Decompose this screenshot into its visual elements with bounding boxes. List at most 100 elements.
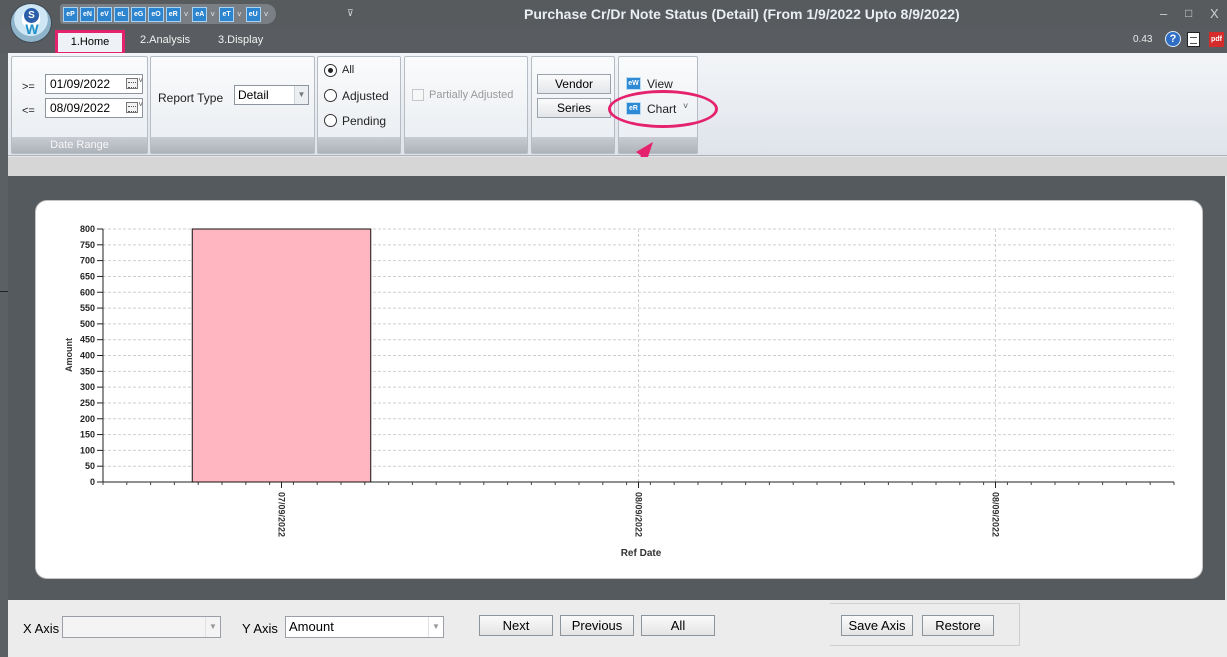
chevron-down-icon[interactable]: ˅	[138, 76, 143, 85]
quick-access-button[interactable]: eR	[165, 6, 181, 22]
y-axis-value: Amount	[289, 619, 334, 634]
restore-button[interactable]: Restore	[922, 615, 994, 636]
x-axis-field-label: X Axis	[23, 621, 60, 636]
version-label: 0.43	[1133, 34, 1153, 45]
window-title: Purchase Cr/Dr Note Status (Detail) (Fro…	[524, 6, 960, 22]
bars	[191, 228, 372, 483]
bar[interactable]	[191, 228, 372, 483]
quick-access-button[interactable]: eA	[192, 6, 208, 22]
y-axis: 0 50 100 150 200 250 300 350 400 450 500 550 600 650 7…	[80, 224, 104, 487]
separator-strip	[8, 157, 1227, 176]
chevron-down-icon[interactable]: ▼	[428, 617, 443, 637]
radio-pending[interactable]	[324, 114, 337, 127]
x-tick-label: 07/09/2022	[277, 492, 287, 537]
y-tick-label: 600	[80, 287, 95, 297]
save-axis-button[interactable]: Save Axis	[841, 615, 913, 636]
view-button[interactable]: View	[647, 77, 673, 91]
from-date-value: 01/09/2022	[50, 77, 111, 91]
next-button[interactable]: Next	[479, 615, 553, 636]
document-icon[interactable]	[1187, 32, 1200, 47]
y-tick-label: 0	[90, 477, 95, 487]
quick-access-button[interactable]: eU	[245, 6, 261, 22]
calendar-icon[interactable]	[126, 78, 138, 89]
date-range-footer: Date Range	[12, 137, 147, 153]
radio-pending-label[interactable]: Pending	[342, 114, 386, 128]
quick-access-button[interactable]: eG	[131, 6, 147, 22]
y-tick-label: 800	[80, 224, 95, 234]
series-button[interactable]: Series	[537, 98, 611, 118]
y-tick-label: 450	[80, 335, 95, 345]
quick-access-button[interactable]: eL	[114, 6, 129, 22]
chevron-down-icon[interactable]: ▼	[294, 86, 308, 104]
close-button[interactable]: X	[1210, 6, 1219, 21]
tab-home[interactable]: 1.Home	[55, 30, 125, 55]
left-edge-bar	[0, 53, 8, 657]
y-axis-field-label: Y Axis	[242, 621, 278, 636]
y-tick-label: 100	[80, 445, 95, 455]
chevron-down-icon[interactable]: ˅	[184, 10, 189, 19]
y-tick-label: 550	[80, 303, 95, 313]
quick-access-button[interactable]: eO	[148, 6, 164, 22]
date-range-group: >= 01/09/2022 ˅ <= 08/09/2022 ˅ Date Ran…	[11, 56, 148, 154]
x-tick-label: 08/09/2022	[991, 492, 1001, 537]
quick-access-button[interactable]: eP	[63, 6, 78, 22]
y-tick-label: 200	[80, 414, 95, 424]
radio-adjusted-label[interactable]: Adjusted	[342, 89, 389, 103]
app-logo[interactable]: S W	[10, 3, 52, 43]
quick-access-button[interactable]: eV	[97, 6, 112, 22]
quick-access-more-icon[interactable]: ⊽	[347, 8, 354, 19]
from-prefix: >=	[22, 81, 35, 93]
x-axis-select[interactable]: ▼	[62, 616, 221, 638]
pdf-icon[interactable]: pdf	[1209, 32, 1224, 47]
maximize-button[interactable]: □	[1185, 6, 1192, 20]
chart-panel: 0 50 100 150 200 250 300 350 400 450 500 550 600 650 7…	[35, 200, 1203, 579]
ribbon-tabs: 1.Home 2.Analysis 3.Display 0.43 ? pdf	[0, 28, 1227, 55]
chevron-down-icon[interactable]: ˅	[138, 100, 143, 109]
to-date-value: 08/09/2022	[50, 101, 111, 115]
tab-analysis[interactable]: 2.Analysis	[140, 34, 190, 46]
minimize-button[interactable]: –	[1160, 6, 1167, 21]
chevron-down-icon[interactable]: ˅	[210, 10, 215, 19]
partially-adjusted-checkbox[interactable]	[412, 89, 424, 101]
radio-adjusted[interactable]	[324, 89, 337, 102]
y-tick-label: 50	[85, 461, 95, 471]
tab-display[interactable]: 3.Display	[218, 34, 263, 46]
calendar-icon[interactable]	[126, 102, 138, 113]
quick-access-toolbar: eP eN eV eL eG eO eR ˅ eA ˅ eT ˅ eU ˅	[60, 4, 277, 24]
x-tick-label: 08/09/2022	[634, 492, 644, 537]
partially-adjusted-label: Partially Adjusted	[429, 89, 514, 101]
y-tick-label: 350	[80, 366, 95, 376]
y-tick-label: 150	[80, 430, 95, 440]
partially-adjusted-footer	[405, 137, 527, 153]
status-footer	[318, 137, 400, 153]
y-tick-label: 500	[80, 319, 95, 329]
x-axis: 07/09/2022 08/09/2022 08/09/2022	[102, 481, 1175, 537]
report-type-select[interactable]: Detail ▼	[234, 85, 309, 105]
y-tick-label: 750	[80, 240, 95, 250]
from-date-input[interactable]: 01/09/2022 ˅	[45, 74, 143, 94]
radio-all-label[interactable]: All	[342, 64, 354, 76]
previous-button[interactable]: Previous	[560, 615, 634, 636]
view-icon: eW	[626, 77, 641, 90]
radio-all[interactable]	[324, 64, 337, 77]
y-tick-label: 250	[80, 398, 95, 408]
y-tick-label: 300	[80, 382, 95, 392]
chevron-down-icon[interactable]: ▼	[205, 617, 220, 637]
y-tick-label: 700	[80, 256, 95, 266]
to-date-input[interactable]: 08/09/2022 ˅	[45, 98, 143, 118]
x-axis-label: Ref Date	[621, 548, 662, 559]
y-tick-label: 650	[80, 271, 95, 281]
all-button[interactable]: All	[641, 615, 715, 636]
quick-access-button[interactable]: eN	[80, 6, 95, 22]
report-type-footer	[151, 137, 314, 153]
chevron-down-icon[interactable]: ˅	[237, 10, 242, 19]
logo-w-mark: W	[25, 21, 39, 37]
y-axis-select[interactable]: Amount ▼	[285, 616, 444, 638]
vendor-button[interactable]: Vendor	[537, 74, 611, 94]
report-type-label: Report Type	[158, 91, 224, 105]
help-icon[interactable]: ?	[1165, 31, 1181, 47]
chevron-down-icon[interactable]: ˅	[264, 10, 269, 19]
report-type-group: Report Type Detail ▼	[150, 56, 315, 154]
quick-access-button[interactable]: eT	[219, 6, 235, 22]
to-prefix: <=	[22, 105, 35, 117]
